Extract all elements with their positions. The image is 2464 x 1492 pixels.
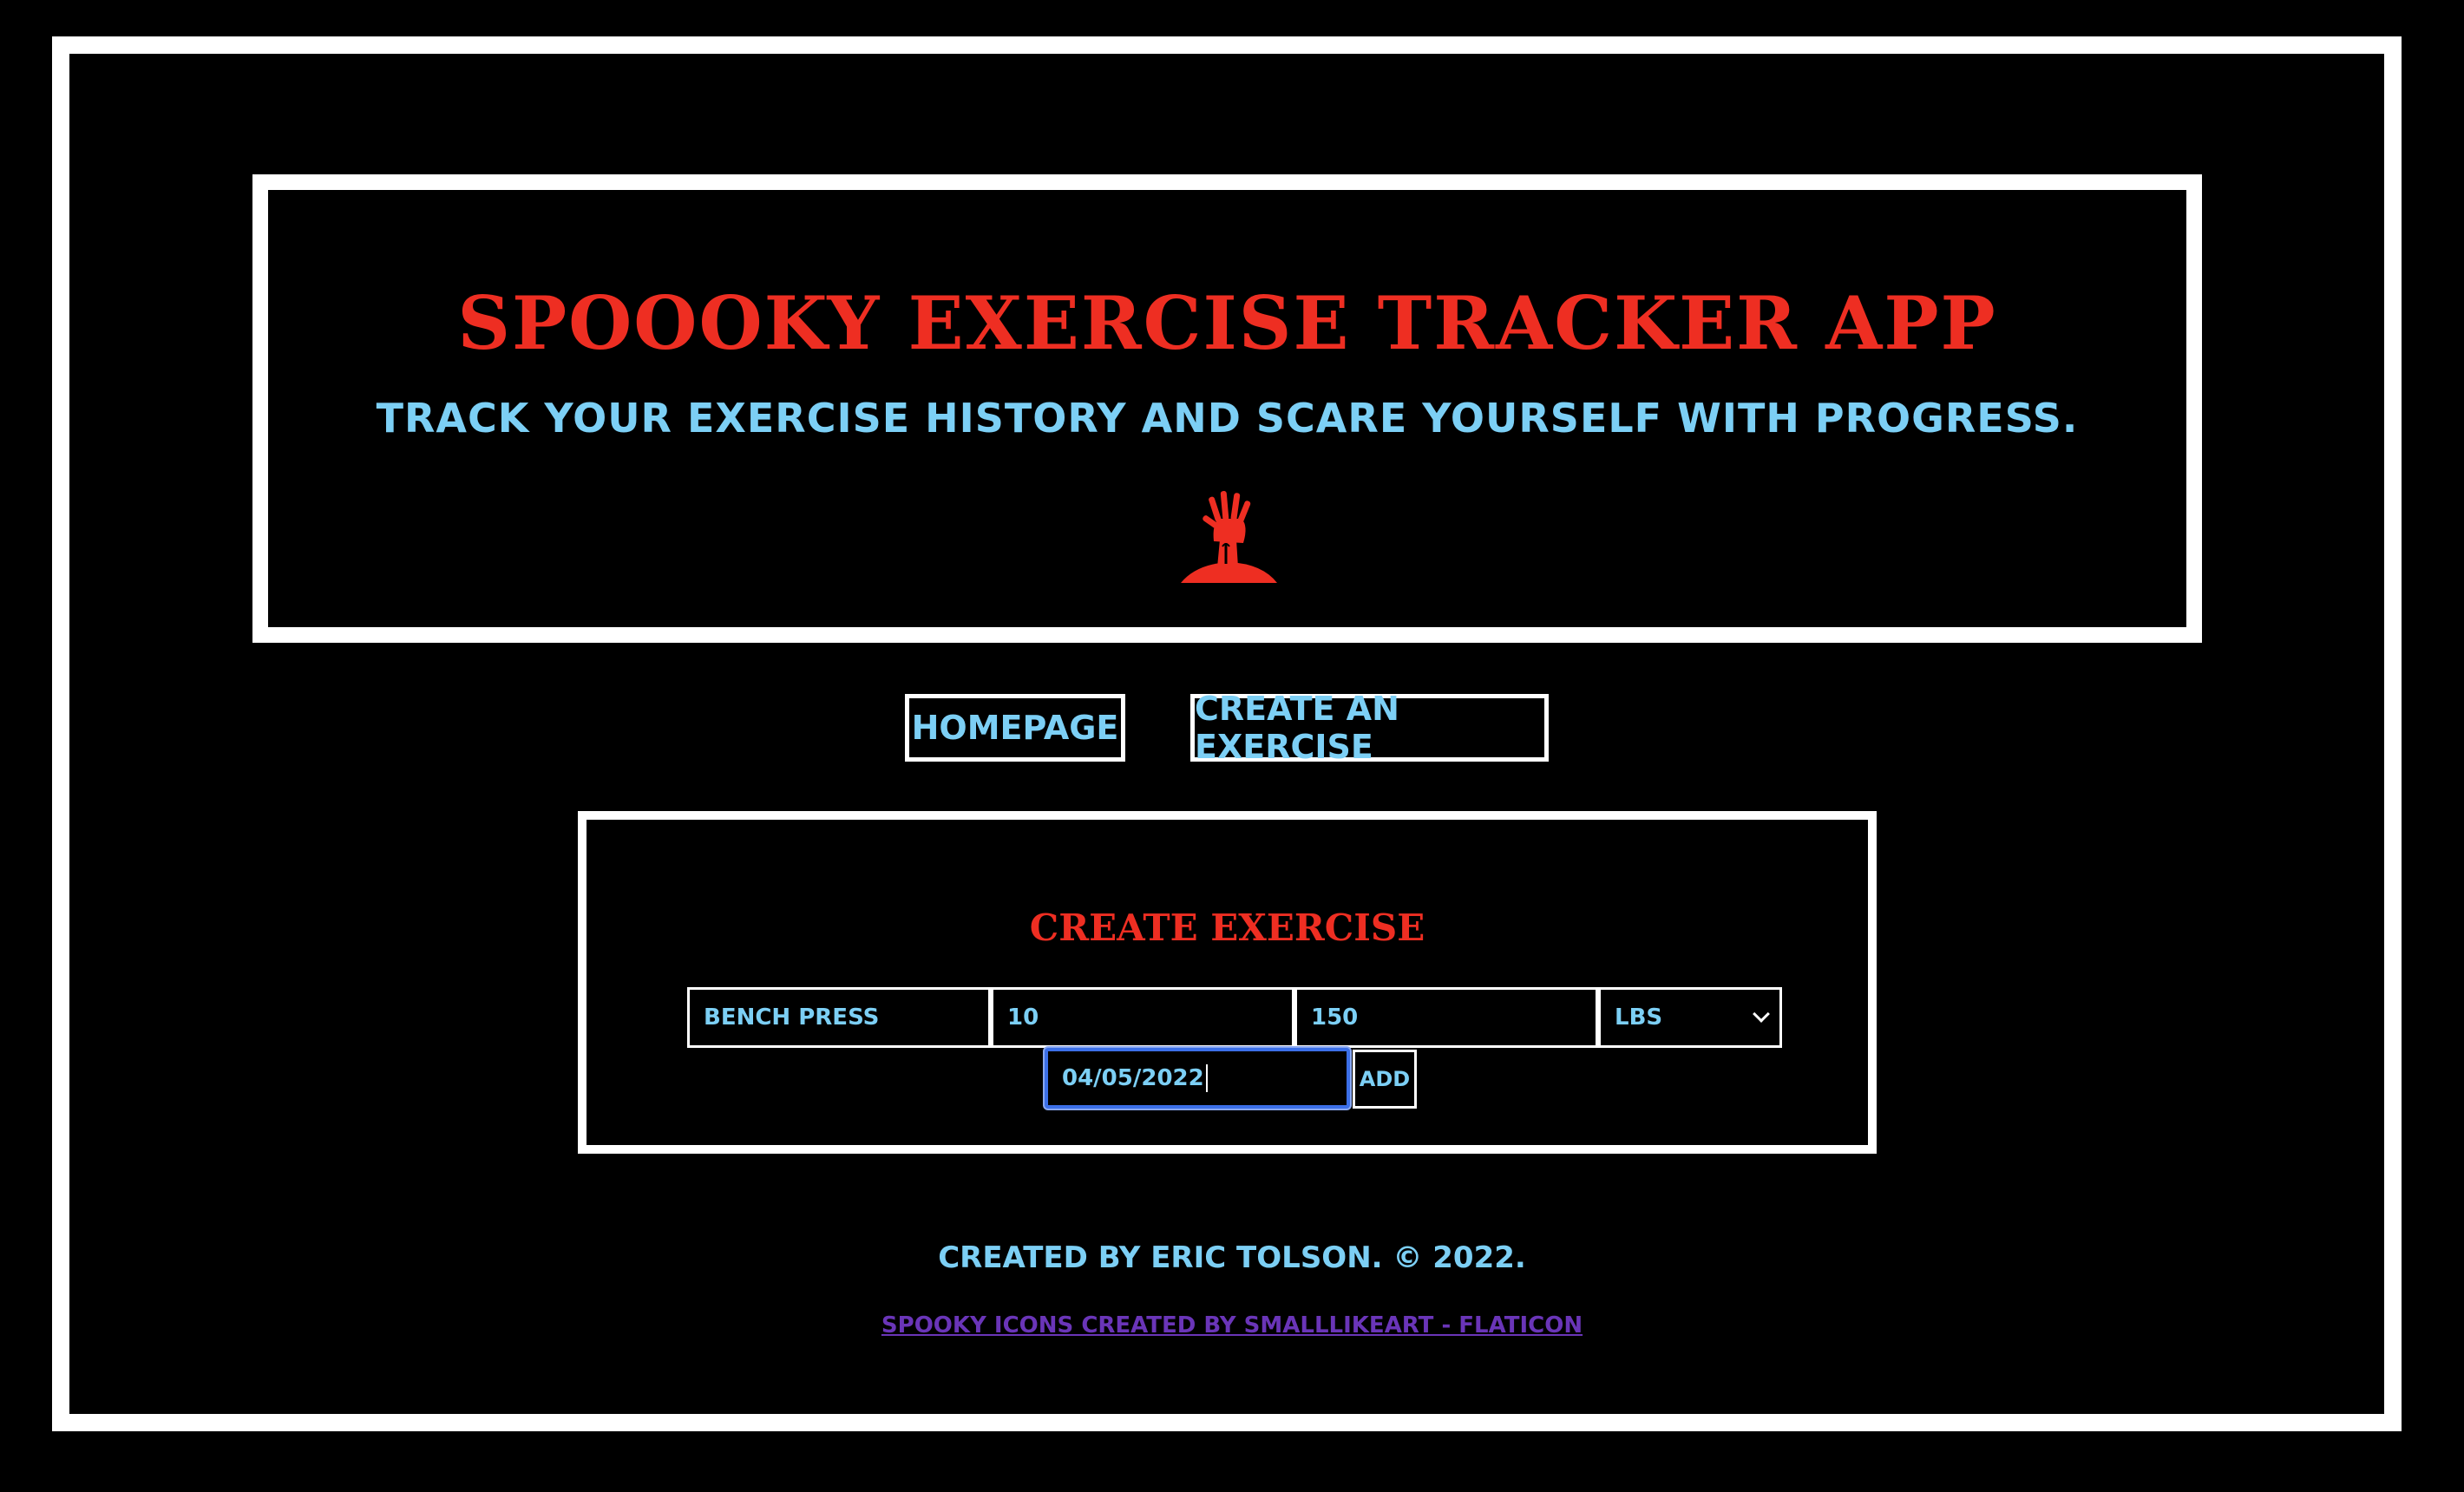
form-title: Create Exercise (1029, 906, 1425, 949)
reps-value: 10 (1007, 1004, 1039, 1031)
exercise-name-input[interactable]: Bench Press (687, 987, 991, 1048)
app-subtitle: Track your exercise history and scare yo… (376, 395, 2079, 442)
date-input[interactable]: 04/05/2022 (1045, 1048, 1350, 1109)
create-exercise-form: Create Exercise Bench Press 10 150 lbs 0… (578, 811, 1877, 1154)
text-cursor (1205, 1064, 1208, 1092)
exercise-name-value: Bench Press (704, 1004, 880, 1031)
chevron-down-icon (1753, 1005, 1770, 1023)
app-title: Spoooky Exercise Tracker App (457, 280, 1997, 366)
unit-select[interactable]: lbs (1598, 987, 1782, 1048)
weight-input[interactable]: 150 (1294, 987, 1598, 1048)
footer-credit: Created by Eric Tolson. © 2022. (938, 1240, 1526, 1275)
create-exercise-nav-button[interactable]: Create an Exercise (1190, 690, 1549, 766)
zombie-hand-icon (1181, 491, 1277, 583)
reps-input[interactable]: 10 (991, 987, 1294, 1048)
main-nav: Homepage Create an Exercise (0, 690, 2464, 766)
add-button[interactable]: Add (1353, 1050, 1417, 1109)
footer-attribution: Spooky icons created by Smalllikeart - F… (0, 1308, 2464, 1345)
weight-value: 150 (1311, 1004, 1359, 1031)
date-value: 04/05/2022 (1062, 1065, 1204, 1091)
flaticon-attribution-link[interactable]: Spooky icons created by Smalllikeart - F… (881, 1312, 1583, 1338)
unit-selected-value: lbs (1615, 1004, 1663, 1031)
header: Spoooky Exercise Tracker App Track your … (252, 174, 2202, 643)
homepage-nav-button[interactable]: Homepage (905, 694, 1125, 762)
